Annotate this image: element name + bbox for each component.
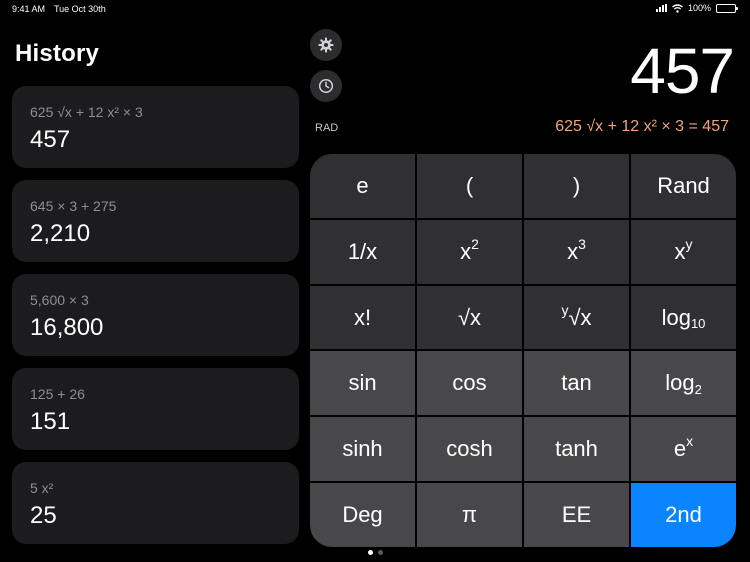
key-ee[interactable]: EE xyxy=(524,483,629,547)
key-square-root[interactable]: √x xyxy=(417,285,522,350)
key-open-paren[interactable]: ( xyxy=(417,154,522,218)
angle-mode-label: RAD xyxy=(315,122,339,134)
history-expression: 5 x² xyxy=(30,480,54,496)
key-label: x xyxy=(674,238,686,264)
display-expression: 625 √x + 12 x² × 3 = 457 xyxy=(555,118,729,135)
key-e[interactable]: e xyxy=(310,154,415,218)
key-superscript: x xyxy=(686,433,694,450)
gear-icon xyxy=(318,37,334,53)
battery-percent: 100% xyxy=(687,3,711,13)
display-value: 457 xyxy=(630,35,735,107)
key-sin[interactable]: sin xyxy=(310,351,415,416)
history-item[interactable]: 5 x² 25 xyxy=(12,462,299,544)
key-subscript: 10 xyxy=(690,316,706,332)
page-dot xyxy=(377,550,383,555)
key-cos[interactable]: cos xyxy=(417,351,522,416)
key-tan[interactable]: tan xyxy=(524,351,629,416)
key-label: √x xyxy=(568,304,592,330)
key-close-paren[interactable]: ) xyxy=(524,154,629,218)
key-exp[interactable]: ex xyxy=(631,417,736,482)
key-label: sinh xyxy=(342,436,383,462)
key-label: tan xyxy=(561,370,592,396)
key-label: Deg xyxy=(342,502,383,528)
key-label: tanh xyxy=(555,436,598,462)
calculator-screen: 9:41 AM Tue Oct 30th 100% History 625 √x… xyxy=(0,0,750,562)
history-expression: 125 + 26 xyxy=(30,386,85,402)
page-indicator[interactable] xyxy=(0,550,750,555)
key-sinh[interactable]: sinh xyxy=(310,417,415,482)
key-superscript: y xyxy=(561,301,569,318)
page-dot-active xyxy=(367,550,373,555)
key-pi[interactable]: π xyxy=(417,483,522,547)
settings-button[interactable] xyxy=(310,29,342,61)
status-time: 9:41 AM xyxy=(12,4,46,14)
key-label: √x xyxy=(457,304,482,330)
history-item[interactable]: 125 + 26 151 xyxy=(12,368,299,450)
key-label: cosh xyxy=(446,436,493,462)
key-square[interactable]: x2 xyxy=(417,219,522,284)
key-cube[interactable]: x3 xyxy=(524,219,629,284)
key-label: 1/x xyxy=(347,238,378,264)
clock-icon xyxy=(318,78,334,94)
key-label: x xyxy=(567,238,579,264)
key-label: Rand xyxy=(657,172,710,198)
key-log10[interactable]: log 10 xyxy=(631,285,736,350)
key-label: sin xyxy=(348,370,377,396)
key-2nd[interactable]: 2nd xyxy=(631,483,736,547)
key-label: x xyxy=(460,238,472,264)
history-list: 625 √x + 12 x² × 3 457 645 × 3 + 275 2,2… xyxy=(12,86,299,556)
key-nth-root[interactable]: y √x xyxy=(524,285,629,350)
key-label: x! xyxy=(353,304,372,330)
key-power[interactable]: xy xyxy=(631,219,736,284)
history-expression: 625 √x + 12 x² × 3 xyxy=(30,104,143,120)
battery-icon xyxy=(716,3,738,13)
history-item[interactable]: 645 × 3 + 275 2,210 xyxy=(12,180,299,262)
key-superscript: 3 xyxy=(578,235,586,252)
key-label: π xyxy=(461,502,478,528)
signal-icon xyxy=(655,4,667,12)
history-result: 16,800 xyxy=(30,314,104,341)
key-tanh[interactable]: tanh xyxy=(524,417,629,482)
key-label: EE xyxy=(561,502,592,528)
history-result: 151 xyxy=(30,408,71,435)
history-result: 2,210 xyxy=(30,220,91,247)
key-superscript: 2 xyxy=(471,235,479,252)
status-date: Tue Oct 30th xyxy=(54,4,106,14)
key-superscript: y xyxy=(685,235,693,252)
status-bar: 9:41 AM Tue Oct 30th 100% xyxy=(0,0,750,18)
key-label: log xyxy=(661,304,691,330)
key-cosh[interactable]: cosh xyxy=(417,417,522,482)
history-expression: 645 × 3 + 275 xyxy=(30,198,117,214)
key-label: 2nd xyxy=(665,502,702,528)
wifi-icon xyxy=(672,3,683,13)
key-label: ) xyxy=(572,172,581,198)
key-label: cos xyxy=(452,370,487,396)
status-indicators: 100% xyxy=(655,3,738,13)
history-button[interactable] xyxy=(310,70,342,102)
key-factorial[interactable]: x! xyxy=(310,285,415,350)
history-item[interactable]: 5,600 × 3 16,800 xyxy=(12,274,299,356)
key-label: ( xyxy=(465,172,474,198)
scientific-keypad: e ( ) Rand 1/x x2 x3 xy x! √x y √x log 10 … xyxy=(310,154,736,547)
history-title: History xyxy=(15,40,100,67)
key-label: e xyxy=(356,172,369,198)
history-expression: 5,600 × 3 xyxy=(30,292,89,308)
key-deg[interactable]: Deg xyxy=(310,483,415,547)
history-result: 457 xyxy=(30,126,71,153)
key-subscript: 2 xyxy=(694,381,702,397)
history-item[interactable]: 625 √x + 12 x² × 3 457 xyxy=(12,86,299,168)
history-result: 25 xyxy=(30,502,57,529)
key-label: log xyxy=(665,370,695,396)
key-reciprocal[interactable]: 1/x xyxy=(310,219,415,284)
key-label: e xyxy=(673,436,687,462)
key-rand[interactable]: Rand xyxy=(631,154,736,218)
key-log2[interactable]: log 2 xyxy=(631,351,736,416)
